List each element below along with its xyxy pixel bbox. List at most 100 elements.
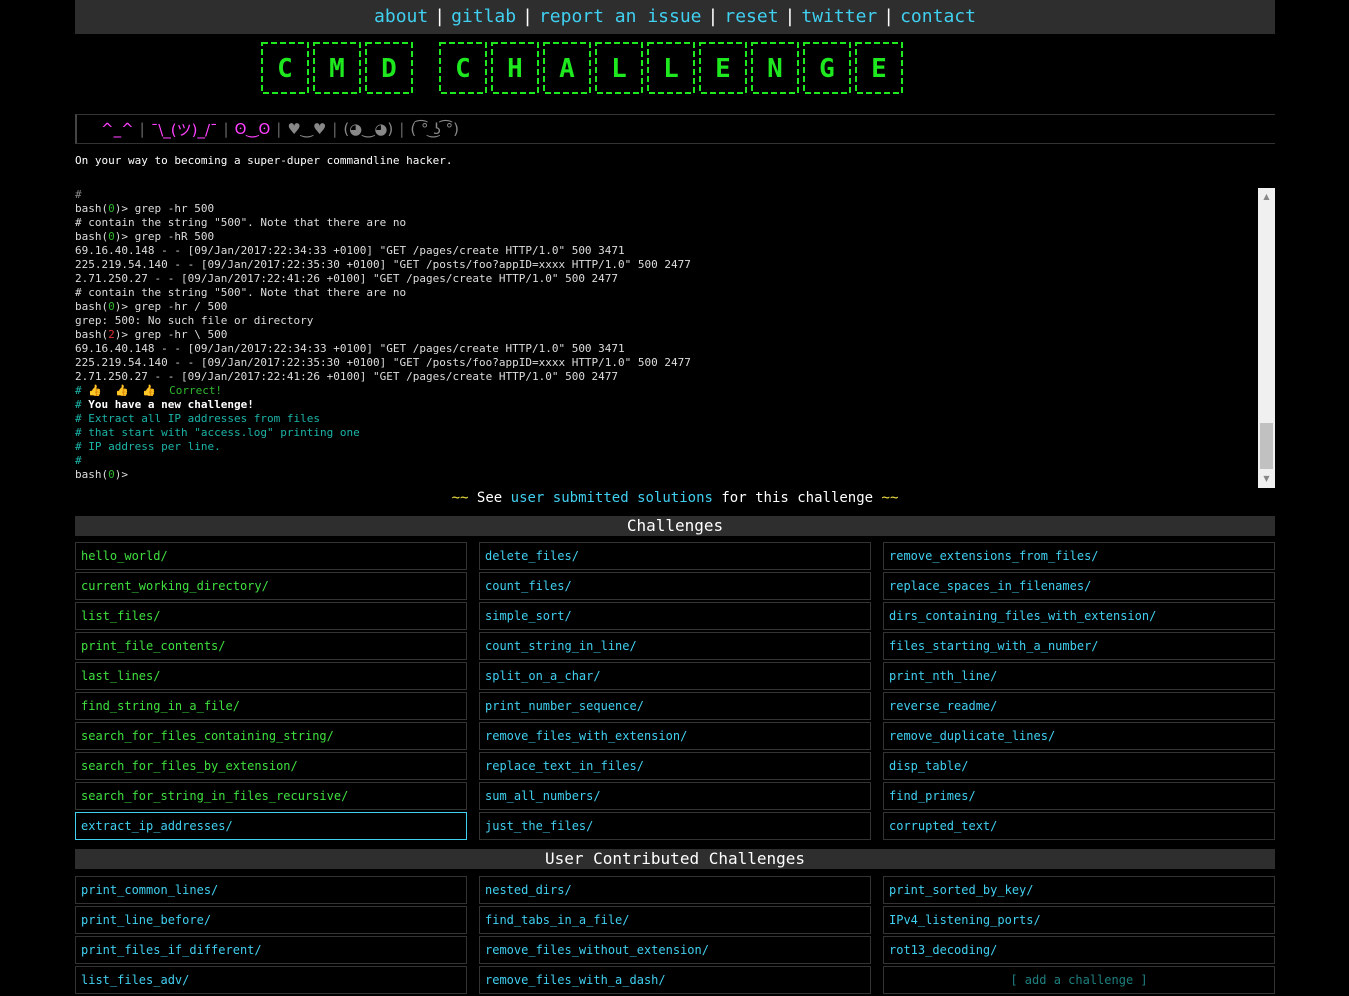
challenge-link[interactable]: print_number_sequence/ xyxy=(479,692,871,720)
challenge-link[interactable]: find_primes/ xyxy=(883,782,1275,810)
challenge-link[interactable]: simple_sort/ xyxy=(479,602,871,630)
challenge-link[interactable]: last_lines/ xyxy=(75,662,467,690)
challenges-header: Challenges xyxy=(75,516,1275,536)
challenge-link[interactable]: extract_ip_addresses/ xyxy=(75,812,467,840)
emoticon[interactable]: ¯\_(ツ)_/¯ xyxy=(145,119,224,140)
terminal-text: 69.16.40.148 - - [09/Jan/2017:22:34:33 +… xyxy=(75,244,625,257)
terminal-text: bash( xyxy=(75,468,109,481)
challenge-link[interactable]: disp_table/ xyxy=(883,752,1275,780)
challenge-link[interactable]: split_on_a_char/ xyxy=(479,662,871,690)
emoji-bar: ^_^ | ¯\_(ツ)_/¯ | ʘ‿ʘ | ♥‿♥ | (◕‿◕) |( ͡° ͜ʖ ͡°) xyxy=(75,114,1275,144)
nav-link-report-an-issue[interactable]: report an issue xyxy=(539,6,702,27)
top-nav: about | gitlab | report an issue | reset | twitt… xyxy=(75,0,1275,34)
terminal-text: 0 xyxy=(108,468,115,481)
challenge-link[interactable]: reverse_readme/ xyxy=(883,692,1275,720)
challenge-link[interactable]: remove_files_without_extension/ xyxy=(479,936,871,964)
emoticon[interactable]: ^_^ xyxy=(95,120,140,138)
terminal-text: # that start with "access.log" printing … xyxy=(75,426,360,439)
challenge-link[interactable]: current_working_directory/ xyxy=(75,572,467,600)
svg-text:C: C xyxy=(455,54,471,84)
challenge-link[interactable]: remove_extensions_from_files/ xyxy=(883,542,1275,570)
scrollbar-thumb[interactable] xyxy=(1260,423,1273,469)
scroll-up-icon[interactable]: ▲ xyxy=(1258,190,1275,204)
challenge-link[interactable]: dirs_containing_files_with_extension/ xyxy=(883,602,1275,630)
challenge-link[interactable]: corrupted_text/ xyxy=(883,812,1275,840)
challenge-link[interactable]: print_sorted_by_key/ xyxy=(883,876,1275,904)
emoticon[interactable]: ( ͡° ͜ʖ ͡°) xyxy=(404,120,465,138)
challenge-link[interactable]: delete_files/ xyxy=(479,542,871,570)
challenge-link[interactable]: print_common_lines/ xyxy=(75,876,467,904)
nav-link-reset[interactable]: reset xyxy=(724,6,778,27)
challenge-link[interactable]: remove_files_with_extension/ xyxy=(479,722,871,750)
nav-separator: | xyxy=(784,6,796,27)
challenge-link[interactable]: hello_world/ xyxy=(75,542,467,570)
challenge-link[interactable]: just_the_files/ xyxy=(479,812,871,840)
challenge-link[interactable]: replace_spaces_in_filenames/ xyxy=(883,572,1275,600)
challenge-link[interactable]: find_string_in_a_file/ xyxy=(75,692,467,720)
terminal-text: bash( xyxy=(75,328,109,341)
terminal-text: # contain the string "500". Note that th… xyxy=(75,286,407,299)
challenge-link[interactable]: search_for_string_in_files_recursive/ xyxy=(75,782,467,810)
scroll-down-icon[interactable]: ▼ xyxy=(1258,472,1275,486)
add-challenge-link[interactable]: [ add a challenge ] xyxy=(883,966,1275,994)
challenge-link[interactable]: rot13_decoding/ xyxy=(883,936,1275,964)
challenge-link[interactable]: find_tabs_in_a_file/ xyxy=(479,906,871,934)
challenge-link[interactable]: print_file_contents/ xyxy=(75,632,467,660)
terminal-text: 69.16.40.148 - - [09/Jan/2017:22:34:33 +… xyxy=(75,342,625,355)
nav-link-contact[interactable]: contact xyxy=(900,6,976,27)
terminal-line: bash(2)> grep -hr \ 500 xyxy=(75,328,1275,342)
see-solutions-line: ~~ See user submitted solutions for this… xyxy=(75,490,1275,506)
nav-separator: | xyxy=(522,6,533,27)
terminal-line: 225.219.54.140 - - [09/Jan/2017:22:35:30… xyxy=(75,356,1275,370)
user-solutions-link[interactable]: user submitted solutions xyxy=(511,490,713,506)
terminal-text: # xyxy=(75,384,89,397)
emoticon[interactable]: ʘ‿ʘ xyxy=(229,120,277,138)
terminal-text: # xyxy=(75,188,82,201)
nav-link-twitter[interactable]: twitter xyxy=(801,6,877,27)
svg-text:H: H xyxy=(507,54,523,84)
ascii-letter-h: H xyxy=(491,42,539,94)
challenge-link[interactable]: count_files/ xyxy=(479,572,871,600)
challenge-link[interactable]: search_for_files_by_extension/ xyxy=(75,752,467,780)
challenge-link[interactable]: remove_files_with_a_dash/ xyxy=(479,966,871,994)
challenge-link[interactable]: files_starting_with_a_number/ xyxy=(883,632,1275,660)
challenge-link[interactable]: print_files_if_different/ xyxy=(75,936,467,964)
challenge-link[interactable]: replace_text_in_files/ xyxy=(479,752,871,780)
terminal-text: 2 xyxy=(108,328,115,341)
terminal-text: bash( xyxy=(75,202,109,215)
terminal-line: # xyxy=(75,454,1275,468)
terminal-text: )> grep -hR 500 xyxy=(114,230,215,243)
challenge-link[interactable]: count_string_in_line/ xyxy=(479,632,871,660)
emoticon[interactable]: ♥‿♥ xyxy=(281,120,332,138)
challenge-link[interactable]: search_for_files_containing_string/ xyxy=(75,722,467,750)
challenge-link[interactable]: remove_duplicate_lines/ xyxy=(883,722,1275,750)
emoticon[interactable]: (◕‿◕) xyxy=(337,120,399,138)
challenge-link[interactable]: nested_dirs/ xyxy=(479,876,871,904)
nav-link-about[interactable]: about xyxy=(374,6,428,27)
terminal-line: bash(0)> xyxy=(75,468,1275,482)
challenge-link[interactable]: list_files/ xyxy=(75,602,467,630)
svg-text:L: L xyxy=(663,54,679,84)
ascii-letter-g: G xyxy=(803,42,851,94)
terminal-line: # You have a new challenge! xyxy=(75,398,1275,412)
terminal-text: 0 xyxy=(108,230,115,243)
nav-separator: | xyxy=(883,6,895,27)
terminal-line: 225.219.54.140 - - [09/Jan/2017:22:35:30… xyxy=(75,258,1275,272)
nav-separator: | xyxy=(434,6,446,27)
nav-link-gitlab[interactable]: gitlab xyxy=(451,6,516,27)
terminal-scrollbar[interactable]: ▲ ▼ xyxy=(1258,188,1275,488)
terminal-output[interactable]: # bash(0)> grep -hr 500 # contain the stri… xyxy=(75,188,1275,488)
terminal-line: 2.71.250.27 - - [09/Jan/2017:22:41:26 +0… xyxy=(75,370,1275,384)
challenge-link[interactable]: list_files_adv/ xyxy=(75,966,467,994)
svg-text:L: L xyxy=(611,54,627,84)
challenge-link[interactable]: print_line_before/ xyxy=(75,906,467,934)
terminal-line: 69.16.40.148 - - [09/Jan/2017:22:34:33 +… xyxy=(75,342,1275,356)
terminal-text: 2.71.250.27 - - [09/Jan/2017:22:41:26 +0… xyxy=(75,272,619,285)
terminal-line: # that start with "access.log" printing … xyxy=(75,426,1275,440)
terminal-text: # IP address per line. xyxy=(75,440,221,453)
challenge-link[interactable]: sum_all_numbers/ xyxy=(479,782,871,810)
terminal-text: )> grep -hr 500 xyxy=(114,202,215,215)
challenge-link[interactable]: print_nth_line/ xyxy=(883,662,1275,690)
challenge-link[interactable]: IPv4_listening_ports/ xyxy=(883,906,1275,934)
terminal-text: 225.219.54.140 - - [09/Jan/2017:22:35:30… xyxy=(75,258,691,271)
